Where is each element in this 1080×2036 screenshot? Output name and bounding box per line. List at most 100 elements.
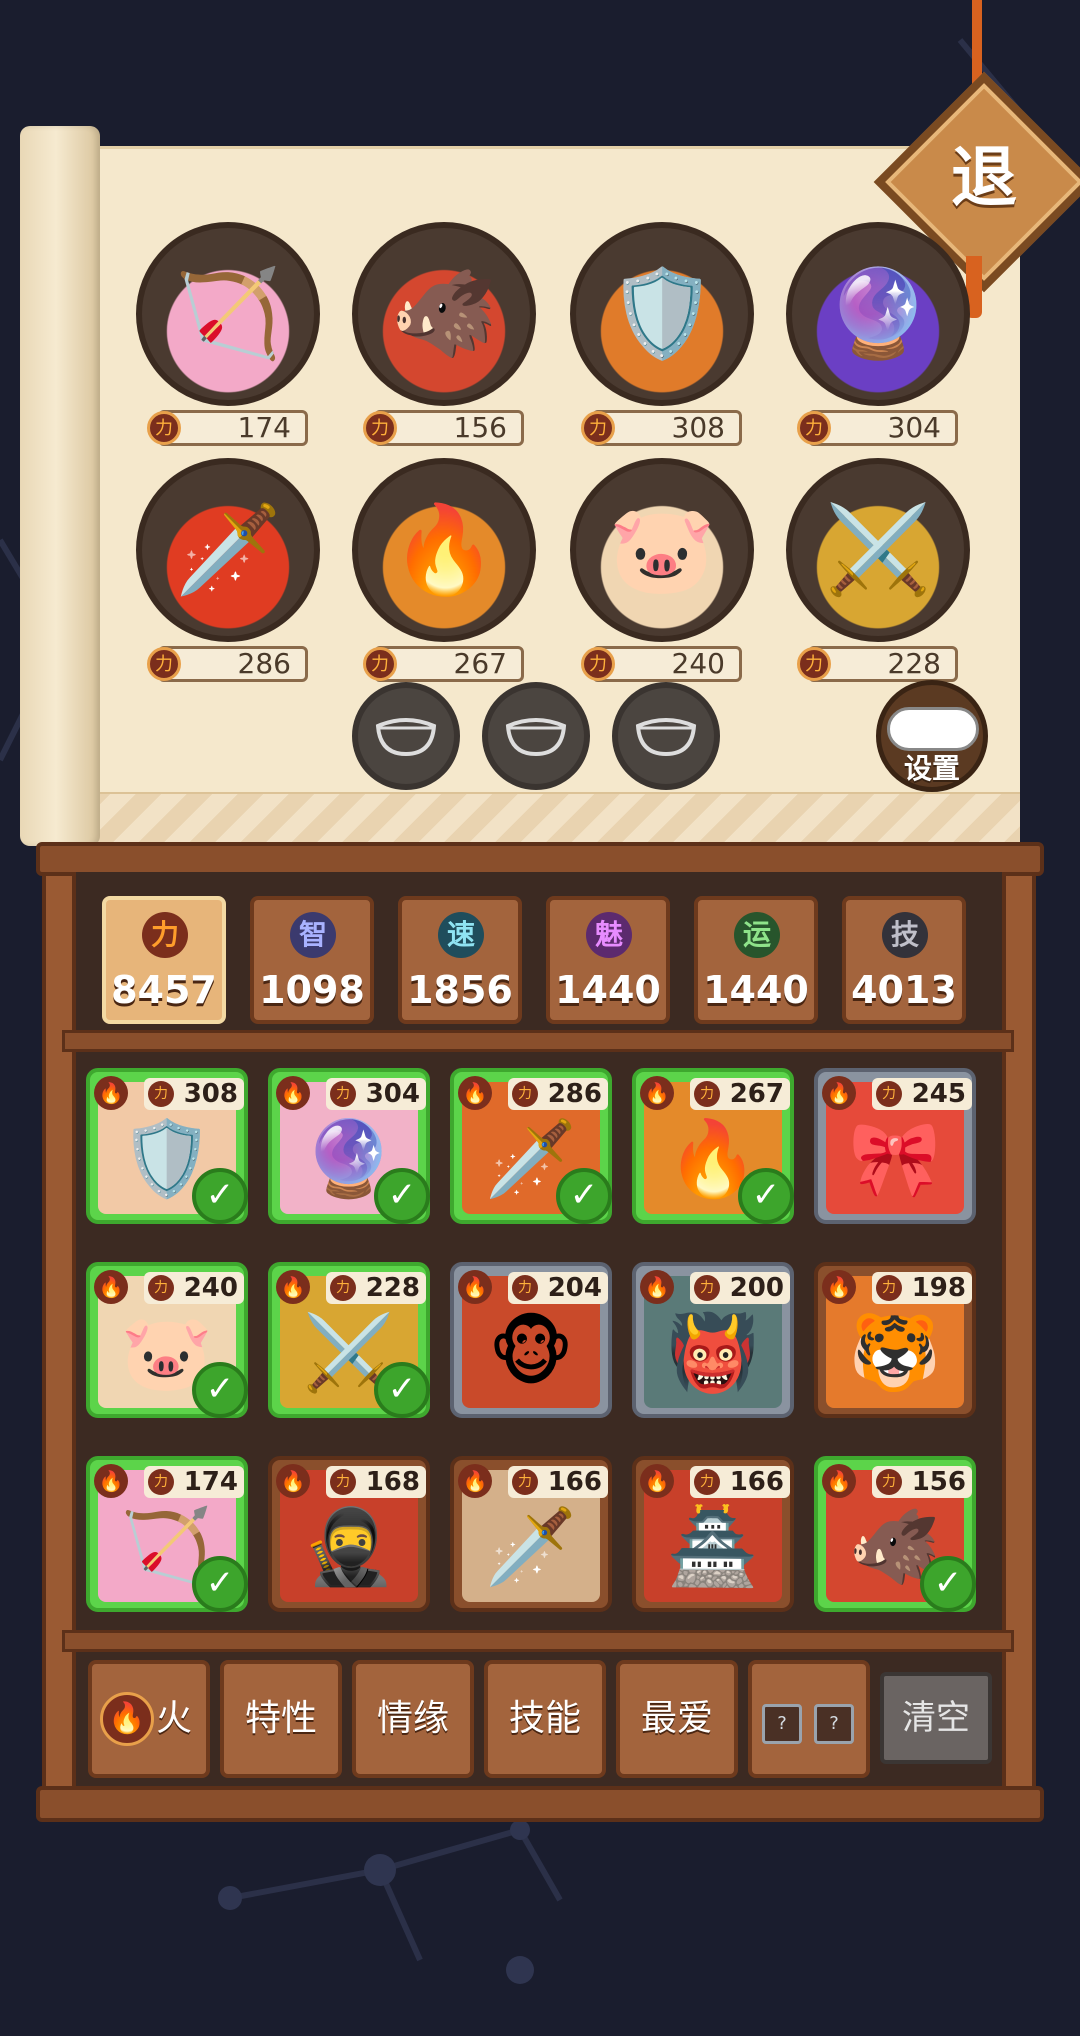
- power-icon: 力: [330, 1275, 356, 1301]
- hero-card[interactable]: 🗡️ 🔥 力 286 ✓: [450, 1068, 612, 1224]
- fire-icon: 🔥: [276, 1464, 310, 1498]
- power-value: 156: [911, 1467, 966, 1497]
- hero-card[interactable]: 🎀 🔥 力 245: [814, 1068, 976, 1224]
- empty-slot-bowl[interactable]: [612, 682, 720, 790]
- power-value: 166: [729, 1467, 784, 1497]
- team-slot[interactable]: ⚔️ 力 228: [778, 458, 978, 682]
- exit-button-label[interactable]: 退: [906, 118, 1062, 238]
- power-tag: 力 308: [144, 1078, 244, 1110]
- hero-card[interactable]: 🐯 🔥 力 198: [814, 1262, 976, 1418]
- fire-icon: 🔥: [458, 1270, 492, 1304]
- hero-card[interactable]: 🔮 🔥 力 304 ✓: [268, 1068, 430, 1224]
- hero-figure: 🐯: [848, 1309, 942, 1396]
- filter-skill-label: 技能: [508, 1698, 581, 1739]
- team-slot[interactable]: 🔮 力 304: [778, 222, 978, 446]
- power-icon: 力: [694, 1275, 720, 1301]
- hero-card[interactable]: 🐷 🔥 力 240 ✓: [86, 1262, 248, 1418]
- power-tag: 力 228: [797, 646, 958, 682]
- filter-unknown[interactable]: ? ?: [748, 1660, 870, 1778]
- hero-figure: 🏹: [174, 264, 282, 364]
- frame-shelf: [62, 1030, 1014, 1052]
- hero-card[interactable]: ⚔️ 🔥 力 228 ✓: [268, 1262, 430, 1418]
- hero-card[interactable]: 🗡️ 🔥 力 166: [450, 1456, 612, 1612]
- unknown-icon[interactable]: ?: [762, 1704, 802, 1744]
- fire-icon: 🔥: [640, 1270, 674, 1304]
- fire-icon: 🔥: [94, 1464, 128, 1498]
- team-slot[interactable]: 🐗 力 156: [344, 222, 544, 446]
- hero-card[interactable]: 🏯 🔥 力 166: [632, 1456, 794, 1612]
- hero-card[interactable]: 🥷 🔥 力 168: [268, 1456, 430, 1612]
- unknown-icon[interactable]: ?: [814, 1704, 854, 1744]
- power-tag: 力 168: [326, 1466, 426, 1498]
- power-tag: 力 174: [147, 410, 308, 446]
- power-tag: 力 308: [581, 410, 742, 446]
- power-value: 156: [453, 411, 507, 444]
- power-icon: 力: [363, 411, 397, 445]
- filter-bond-label: 情缘: [376, 1698, 449, 1739]
- attribute-tab[interactable]: 速 1856: [398, 896, 522, 1024]
- power-icon: 力: [581, 411, 615, 445]
- hero-figure: ⚔️: [824, 500, 932, 600]
- power-value: 228: [365, 1273, 420, 1303]
- hero-portrait[interactable]: 🔥: [352, 458, 536, 642]
- filter-favorite[interactable]: 最爱: [616, 1660, 738, 1778]
- fire-icon: 🔥: [822, 1270, 856, 1304]
- clear-button[interactable]: 清空: [880, 1672, 992, 1764]
- empty-slot-bowl[interactable]: [482, 682, 590, 790]
- power-value: 168: [365, 1467, 420, 1497]
- power-value: 204: [547, 1273, 602, 1303]
- clear-button-label: 清空: [902, 1698, 970, 1738]
- hero-portrait[interactable]: 🛡️: [570, 222, 754, 406]
- power-icon: 力: [330, 1469, 356, 1495]
- empty-slot-bowl[interactable]: [352, 682, 460, 790]
- check-icon: ✓: [192, 1168, 248, 1224]
- hero-card[interactable]: 🛡️ 🔥 力 308 ✓: [86, 1068, 248, 1224]
- hero-portrait[interactable]: 🐗: [352, 222, 536, 406]
- attribute-icon: 运: [734, 912, 780, 958]
- hero-portrait[interactable]: 🗡️: [136, 458, 320, 642]
- fire-icon: 🔥: [94, 1076, 128, 1110]
- power-icon: 力: [797, 647, 831, 681]
- hero-portrait[interactable]: 🏹: [136, 222, 320, 406]
- team-slot[interactable]: 🏹 力 174: [128, 222, 328, 446]
- filter-trait-label: 特性: [244, 1698, 317, 1739]
- power-tag: 力 200: [690, 1272, 790, 1304]
- check-icon: ✓: [920, 1556, 976, 1612]
- power-icon: 力: [512, 1469, 538, 1495]
- power-value: 267: [729, 1079, 784, 1109]
- fire-icon: 🔥: [276, 1076, 310, 1110]
- filter-trait[interactable]: 特性: [220, 1660, 342, 1778]
- team-slot[interactable]: 🛡️ 力 308: [562, 222, 762, 446]
- attribute-icon: 魅: [586, 912, 632, 958]
- team-slot[interactable]: 🗡️ 力 286: [128, 458, 328, 682]
- hero-card[interactable]: 🏹 🔥 力 174 ✓: [86, 1456, 248, 1612]
- power-tag: 力 267: [363, 646, 524, 682]
- attribute-tab[interactable]: 技 4013: [842, 896, 966, 1024]
- attribute-tab[interactable]: 魅 1440: [546, 896, 670, 1024]
- attribute-tab[interactable]: 力 8457: [102, 896, 226, 1024]
- hero-card[interactable]: 🐵 🔥 力 204: [450, 1262, 612, 1418]
- power-value: 174: [183, 1467, 238, 1497]
- power-icon: 力: [876, 1469, 902, 1495]
- power-value: 245: [911, 1079, 966, 1109]
- hero-portrait[interactable]: 🔮: [786, 222, 970, 406]
- hero-portrait[interactable]: ⚔️: [786, 458, 970, 642]
- attribute-tab[interactable]: 运 1440: [694, 896, 818, 1024]
- power-value: 240: [183, 1273, 238, 1303]
- settings-button[interactable]: 设置: [876, 680, 988, 792]
- power-tag: 力 156: [872, 1466, 972, 1498]
- hero-figure: 🐷: [608, 500, 716, 600]
- hero-card[interactable]: 🔥 🔥 力 267 ✓: [632, 1068, 794, 1224]
- hero-card[interactable]: 👹 🔥 力 200: [632, 1262, 794, 1418]
- hero-portrait[interactable]: 🐷: [570, 458, 754, 642]
- filter-element-fire[interactable]: 🔥 火: [88, 1660, 210, 1778]
- hero-card[interactable]: 🐗 🔥 力 156 ✓: [814, 1456, 976, 1612]
- filter-skill[interactable]: 技能: [484, 1660, 606, 1778]
- fire-icon: 🔥: [94, 1270, 128, 1304]
- filter-element-label: 火: [156, 1698, 193, 1739]
- filter-bond[interactable]: 情缘: [352, 1660, 474, 1778]
- team-slot[interactable]: 🔥 力 267: [344, 458, 544, 682]
- team-slot[interactable]: 🐷 力 240: [562, 458, 762, 682]
- check-icon: ✓: [192, 1362, 248, 1418]
- attribute-tab[interactable]: 智 1098: [250, 896, 374, 1024]
